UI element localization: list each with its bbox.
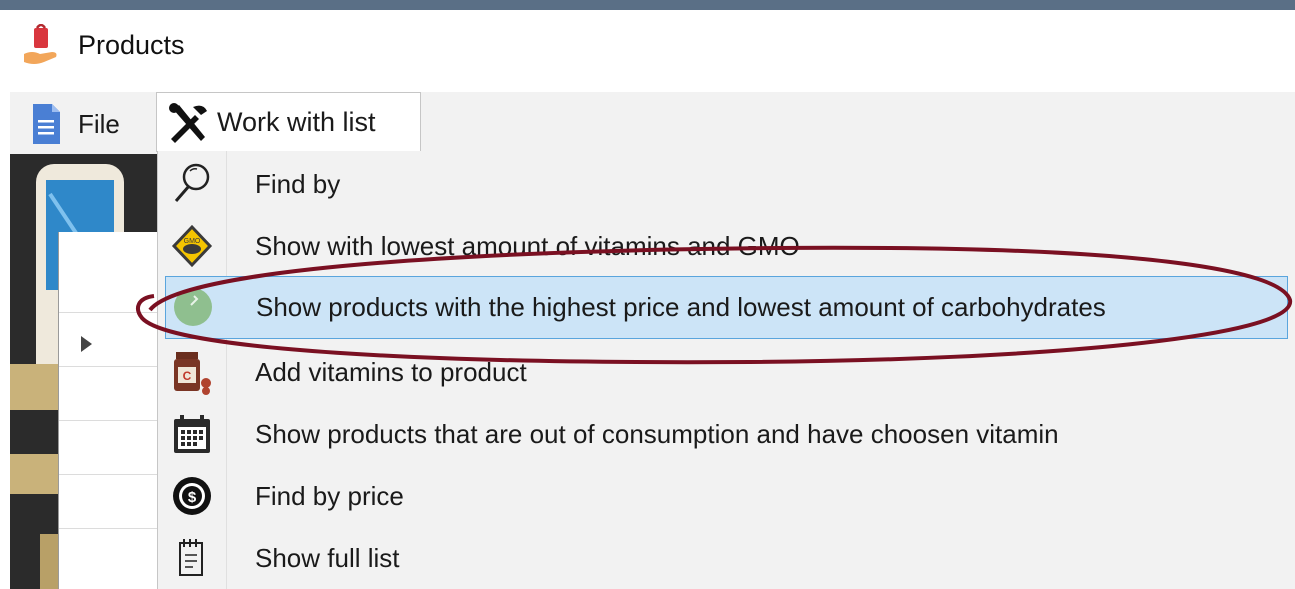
menu-item-add-vitamins[interactable]: C Add vitamins to product [158,341,1295,403]
svg-text:C: C [183,369,192,383]
vitamin-bottle-icon: C [174,352,211,395]
dollar-coin-icon: $ [173,477,211,515]
menu-work-with-list[interactable]: Work with list [156,92,421,152]
menu-file-label: File [78,109,120,139]
menu-item-label: Show full list [255,543,400,573]
window-title: Products [78,30,185,60]
background-grid-window [58,232,159,589]
menu-item-label: Find by [255,169,341,199]
menu-item-find-by[interactable]: Find by [158,153,1295,215]
grid-row-line [59,420,159,421]
svg-text:GMO: GMO [184,238,201,245]
document-icon [33,104,60,144]
grid-row-line [59,528,159,529]
gmo-warning-icon: GMO [171,224,213,268]
tools-icon [169,103,207,143]
svg-text:$: $ [188,489,197,506]
menu-item-highest-price-lowest-carbs[interactable]: Show products with the highest price and… [165,276,1288,339]
magnifier-icon [174,163,210,202]
menu-item-show-full-list[interactable]: Show full list [158,527,1295,589]
grid-row-line [59,366,159,367]
menu-item-label: Find by price [255,481,404,511]
menu-work-label: Work with list [217,107,376,137]
calendar-icon [174,415,210,453]
menu-file[interactable]: File [22,98,150,150]
shopping-bag-hand-icon [24,24,57,64]
menu-item-label: Show with lowest amount of vitamins and … [255,231,800,261]
menu-item-label: Show products with the highest price and… [256,292,1106,322]
menu-item-label: Show products that are out of consumptio… [255,419,1059,449]
title-bar [10,10,1295,92]
menu-item-lowest-vitamins-gmo[interactable]: GMO Show with lowest amount of vitamins … [158,215,1295,277]
grid-row-line [59,474,159,475]
window-frame-top [0,0,1295,10]
menu-item-find-by-price[interactable]: $ Find by price [158,465,1295,527]
menu-item-out-of-consumption[interactable]: Show products that are out of consumptio… [158,403,1295,465]
row-selector-arrow-icon [81,336,92,352]
grid-row-line [59,312,159,313]
work-with-list-dropdown: Find by GMO Show with lowest amount of v… [157,151,1295,589]
green-circle-icon [174,288,212,326]
menu-item-label: Add vitamins to product [255,357,527,387]
notepad-icon [179,539,203,576]
